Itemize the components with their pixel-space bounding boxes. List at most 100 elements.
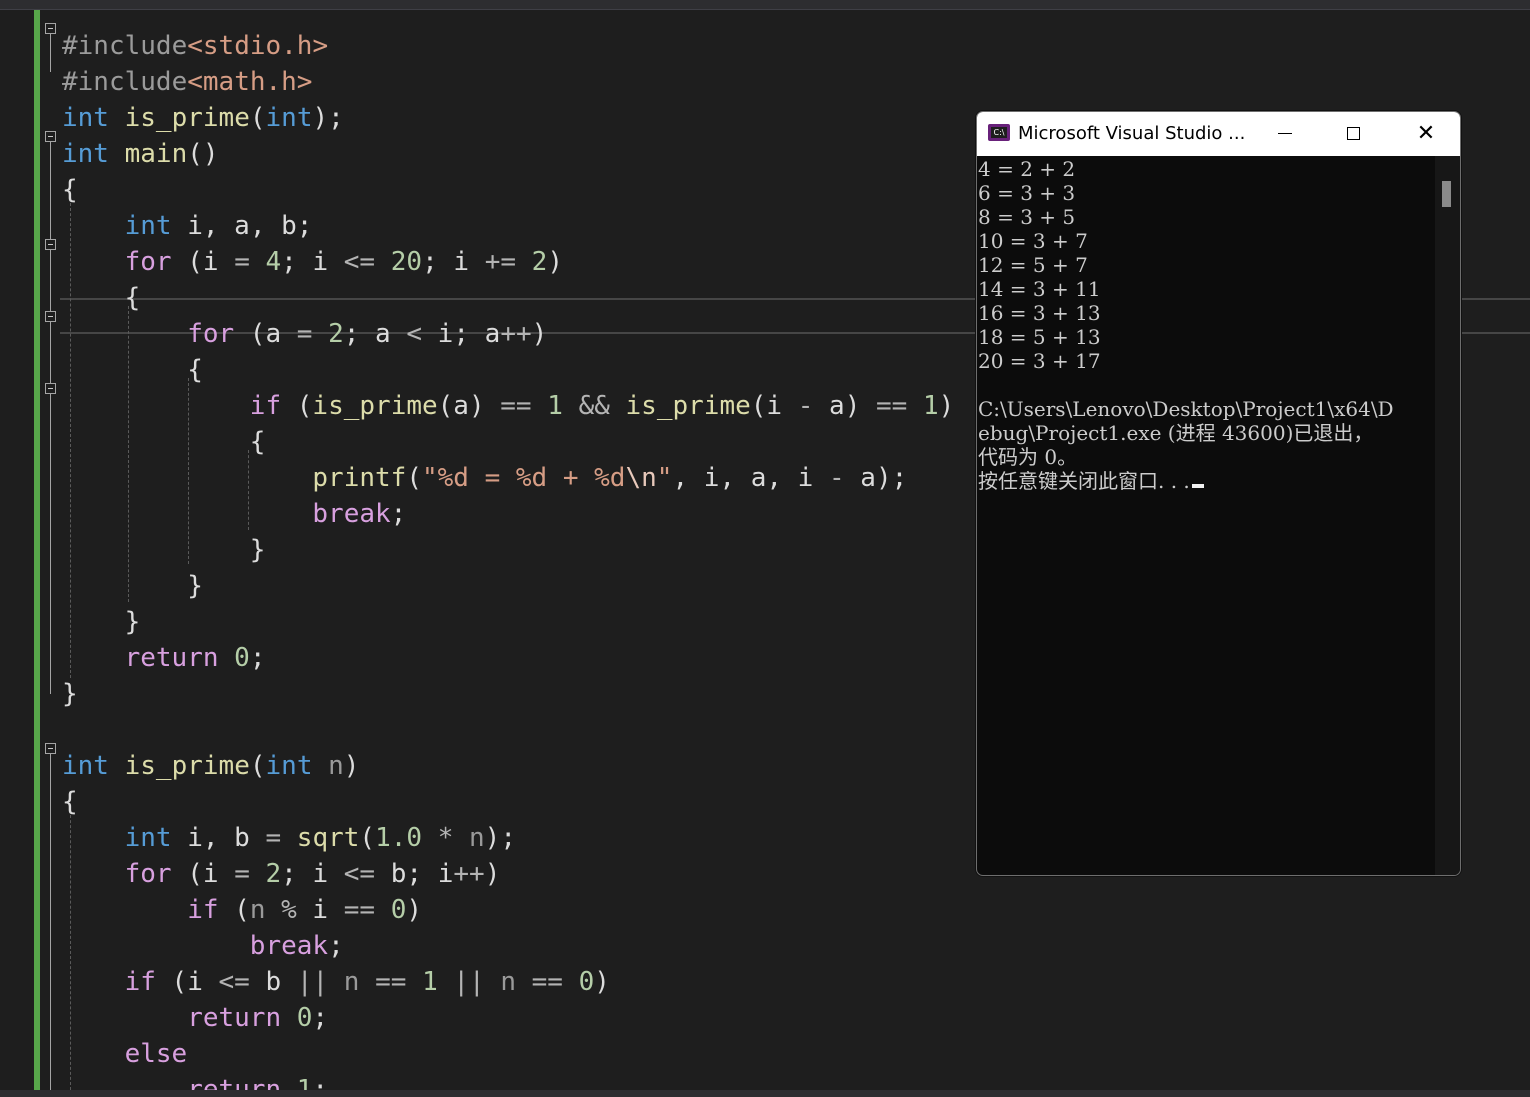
indent-guide xyxy=(248,450,249,530)
code-token: (i xyxy=(171,247,235,277)
code-token: " xyxy=(656,463,673,493)
code-token: int xyxy=(265,103,313,133)
code-line: { xyxy=(125,280,141,316)
code-token: (i xyxy=(750,391,798,421)
code-token: } xyxy=(249,535,266,565)
code-line: for (a = 2; a < i; a++) xyxy=(187,316,547,352)
console-output-line: 代码为 0。 xyxy=(978,445,1435,469)
code-token: is_prime xyxy=(625,391,751,421)
code-line: { xyxy=(187,352,203,388)
change-tracking-bar xyxy=(34,10,40,1090)
code-token: 0 xyxy=(578,967,595,997)
code-token: ( xyxy=(281,391,313,421)
console-window[interactable]: C:\ Microsoft Visual Studio ... ✕ 4 = 2 … xyxy=(976,111,1461,876)
code-line: int is_prime(int n) xyxy=(62,748,359,784)
code-token: if xyxy=(124,967,156,997)
indent-guide xyxy=(188,378,189,564)
code-token: ++ xyxy=(500,319,532,349)
indent-guide xyxy=(70,198,71,678)
code-token: ; i xyxy=(422,247,485,277)
code-line: else xyxy=(125,1036,188,1072)
fold-toggle-is-prime[interactable] xyxy=(45,743,56,754)
code-token: b xyxy=(249,967,297,997)
code-token: 4 xyxy=(265,247,282,277)
fold-toggle-main[interactable] xyxy=(45,131,56,142)
code-token: 1 xyxy=(296,1075,313,1090)
minimize-button[interactable] xyxy=(1252,112,1316,156)
code-token: break xyxy=(312,499,391,529)
code-token: <= xyxy=(343,859,376,889)
code-line: } xyxy=(125,604,141,640)
code-line: return 0; xyxy=(187,1000,328,1036)
code-token: return xyxy=(187,1075,282,1090)
code-token: sqrt xyxy=(296,823,360,853)
code-token: () xyxy=(187,139,219,169)
code-token: ) xyxy=(938,391,955,421)
code-line: int i, b = sqrt(1.0 * n); xyxy=(125,820,516,856)
editor-gutter xyxy=(0,10,30,1090)
code-token: is_prime xyxy=(108,103,250,133)
console-scrollbar[interactable] xyxy=(1435,156,1460,875)
code-token: ; xyxy=(390,499,407,529)
fold-toggle-inner-for[interactable] xyxy=(45,311,56,322)
code-token: } xyxy=(187,571,203,601)
fold-line xyxy=(50,754,51,1090)
code-token: ) xyxy=(531,319,548,349)
code-token: int xyxy=(124,211,172,241)
code-token: { xyxy=(62,175,78,205)
console-output-line: 12 = 5 + 7 xyxy=(978,253,1435,277)
code-token: n xyxy=(328,967,360,997)
code-token: i xyxy=(296,895,344,925)
code-token: ); xyxy=(312,103,344,133)
code-token: || xyxy=(296,967,329,997)
close-button[interactable]: ✕ xyxy=(1394,112,1458,156)
code-token: \n xyxy=(625,463,657,493)
code-token: { xyxy=(62,787,78,817)
indent-guide xyxy=(128,306,129,602)
code-token: ; xyxy=(312,1003,329,1033)
code-token: ; xyxy=(328,931,344,961)
fold-toggle-if[interactable] xyxy=(45,383,56,394)
code-line: #include<math.h> xyxy=(62,64,312,100)
code-token: for xyxy=(187,319,235,349)
code-token: is_prime xyxy=(108,751,250,781)
console-scrollbar-thumb[interactable] xyxy=(1442,181,1451,207)
code-token: ( xyxy=(406,463,422,493)
code-line: int is_prime(int); xyxy=(62,100,344,136)
code-line: if (n % i == 0) xyxy=(187,892,422,928)
fold-toggle-outer-for[interactable] xyxy=(45,239,56,250)
code-token: a) xyxy=(813,391,877,421)
code-token: 2 xyxy=(531,247,548,277)
console-output-text: ebug\Project1.exe (进程 43600)已退出， xyxy=(978,421,1374,445)
code-token: for xyxy=(124,859,172,889)
console-output-text: 18 = 5 + 13 xyxy=(978,325,1101,349)
code-token: < xyxy=(406,319,423,349)
code-token: } xyxy=(62,679,78,709)
code-line: } xyxy=(250,532,266,568)
code-token: return xyxy=(124,643,219,673)
code-token: = xyxy=(265,823,282,853)
console-output[interactable]: 4 = 2 + 26 = 3 + 38 = 3 + 5 10 = 3 + 7 12 … xyxy=(977,156,1435,875)
fold-line xyxy=(50,142,51,694)
code-token: break xyxy=(249,931,329,961)
code-token: ++ xyxy=(453,859,485,889)
code-token: 1 xyxy=(422,967,438,997)
code-token: int xyxy=(62,751,109,781)
code-line: for (i = 2; i <= b; i++) xyxy=(125,856,501,892)
code-line: } xyxy=(187,568,203,604)
console-title-bar[interactable]: C:\ Microsoft Visual Studio ... ✕ xyxy=(977,112,1460,156)
code-line: break; xyxy=(250,928,344,964)
code-token: = xyxy=(296,319,313,349)
maximize-button[interactable] xyxy=(1323,112,1387,156)
console-output-text: 按任意键关闭此窗口. . . xyxy=(978,469,1190,493)
code-line: int main() xyxy=(62,136,219,172)
code-token: if xyxy=(187,895,219,925)
code-token: ; i xyxy=(281,859,344,889)
code-line: int i, a, b; xyxy=(125,208,313,244)
fold-toggle-include[interactable] xyxy=(45,23,56,34)
